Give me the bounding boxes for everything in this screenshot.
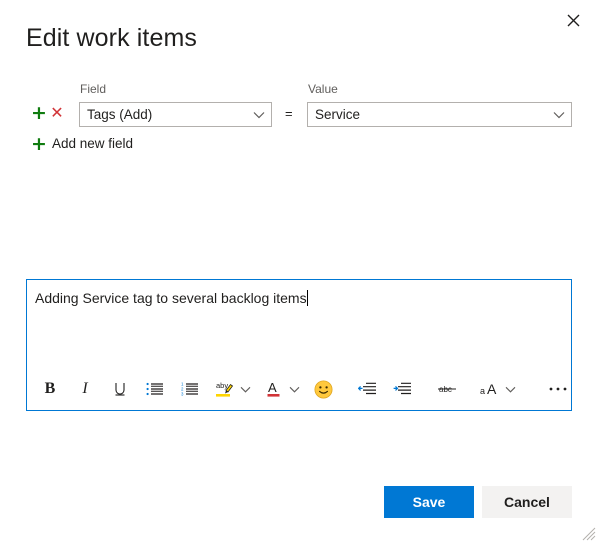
close-dialog-button[interactable]: [557, 5, 589, 35]
highlight-color-icon[interactable]: aby: [212, 374, 238, 404]
font-size-caret-icon[interactable]: [504, 374, 518, 404]
increase-indent-icon[interactable]: [390, 374, 416, 404]
field-dropdown-value: Tags (Add): [87, 107, 153, 122]
comment-editor: Adding Service tag to several backlog it…: [26, 279, 572, 411]
emoji-icon[interactable]: [311, 374, 337, 404]
resize-grip[interactable]: [582, 527, 596, 541]
svg-text:a: a: [480, 386, 485, 396]
field-column-label: Field: [80, 82, 107, 96]
cross-icon: ✕: [50, 103, 64, 122]
column-headers: Field Value: [0, 82, 598, 100]
operator-label: =: [285, 106, 293, 121]
more-options-icon[interactable]: [545, 374, 571, 404]
chevron-down-icon: [247, 111, 271, 119]
svg-text:3: 3: [181, 391, 184, 396]
dialog-footer: Save Cancel: [384, 486, 572, 518]
font-size-icon[interactable]: a A: [478, 374, 504, 404]
plus-icon: +: [31, 133, 47, 155]
plus-icon: +: [31, 102, 47, 124]
value-column-label: Value: [308, 82, 338, 96]
value-dropdown[interactable]: Service: [307, 102, 572, 127]
chevron-down-icon: [547, 111, 571, 119]
highlight-color-caret-icon[interactable]: [238, 374, 252, 404]
font-color-caret-icon[interactable]: [287, 374, 301, 404]
add-clause-button[interactable]: +: [31, 102, 47, 124]
font-color-icon[interactable]: A: [261, 374, 287, 404]
comment-text: Adding Service tag to several backlog it…: [35, 290, 307, 306]
add-new-field-row[interactable]: + Add new field: [0, 134, 598, 156]
text-cursor: [306, 290, 308, 306]
italic-icon[interactable]: I: [72, 374, 98, 404]
field-dropdown[interactable]: Tags (Add): [79, 102, 272, 127]
close-icon: [567, 14, 580, 27]
add-new-field-link[interactable]: Add new field: [52, 136, 133, 152]
clause-editor: Field Value + ✕ Tags (Add) = Service + A…: [0, 82, 598, 156]
bold-icon[interactable]: B: [37, 374, 63, 404]
value-dropdown-value: Service: [315, 107, 361, 122]
svg-text:A: A: [487, 381, 497, 397]
svg-text:A: A: [268, 380, 277, 395]
svg-text:aby: aby: [216, 381, 228, 390]
numbered-list-icon[interactable]: 1 2 3: [177, 374, 203, 404]
cancel-button[interactable]: Cancel: [482, 486, 572, 518]
formatting-toolbar: B I 1 2 3 aby A abc a A: [27, 368, 571, 410]
strikethrough-icon[interactable]: abc: [434, 374, 460, 404]
decrease-indent-icon[interactable]: [355, 374, 381, 404]
dialog-title: Edit work items: [26, 24, 197, 52]
underline-icon[interactable]: [107, 374, 133, 404]
save-button[interactable]: Save: [384, 486, 474, 518]
remove-clause-button[interactable]: ✕: [49, 105, 65, 121]
clause-row: + ✕ Tags (Add) = Service: [0, 101, 598, 127]
bulleted-list-icon[interactable]: [142, 374, 168, 404]
comment-input[interactable]: Adding Service tag to several backlog it…: [27, 280, 571, 368]
